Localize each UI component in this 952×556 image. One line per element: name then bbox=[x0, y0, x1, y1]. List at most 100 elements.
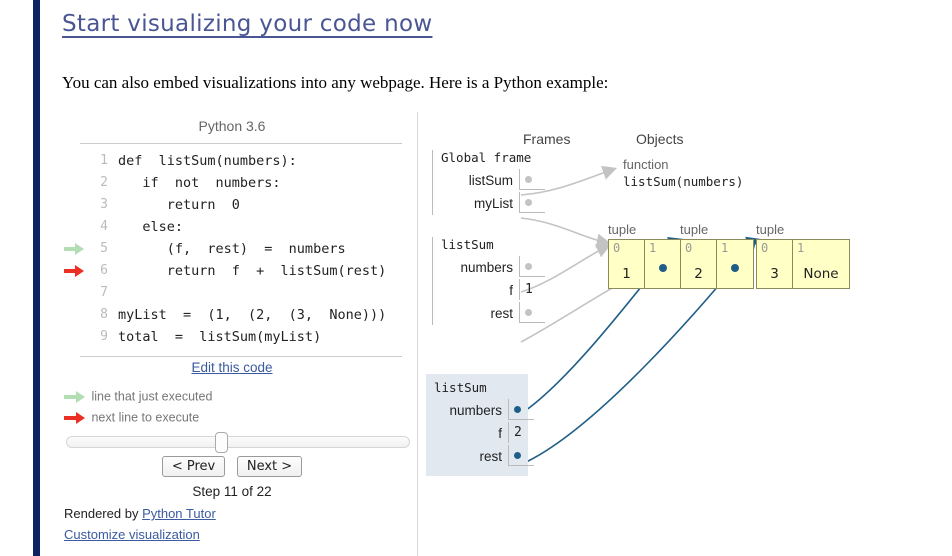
execution-slider-handle[interactable] bbox=[214, 432, 228, 453]
legend-executed-label: line that just executed bbox=[91, 389, 213, 404]
tuple-cell: 1 bbox=[717, 240, 753, 288]
variable-value: 1 bbox=[519, 279, 545, 300]
frame-variable-row: rest bbox=[441, 302, 545, 325]
next-step-button[interactable]: Next > bbox=[236, 456, 303, 477]
variable-value: 2 bbox=[508, 422, 534, 443]
tuple-box: 0 3 1 None bbox=[756, 239, 850, 289]
frame-variable-row: rest bbox=[434, 445, 534, 468]
diagram-panel: Frames Objects Global frame listSum myLi… bbox=[418, 112, 942, 556]
code-line-text: return 0 bbox=[118, 197, 240, 213]
code-line-number: 9 bbox=[100, 329, 108, 344]
left-navy-rail bbox=[33, 0, 40, 556]
variable-pointer-slot bbox=[519, 192, 545, 213]
object-type-label: function bbox=[623, 157, 669, 172]
code-line-text: myList = (1, (2, (3, None))) bbox=[118, 307, 387, 323]
frame: listSum numbers f 1 rest bbox=[432, 237, 545, 325]
edit-this-code-link[interactable]: Edit this code bbox=[62, 360, 402, 375]
step-buttons-group: < Prev Next > bbox=[62, 456, 402, 477]
red-arrow-icon bbox=[62, 408, 88, 428]
code-line-text: total = listSum(myList) bbox=[118, 329, 322, 345]
code-line-text: return f + listSum(rest) bbox=[118, 263, 387, 279]
variable-name: rest bbox=[479, 449, 502, 464]
code-top-divider bbox=[80, 143, 402, 144]
object-function: function listSum(numbers) bbox=[623, 157, 743, 189]
frames-column-header: Frames bbox=[523, 131, 571, 147]
legend-next-label: next line to execute bbox=[91, 410, 200, 425]
frame-title: listSum bbox=[441, 237, 494, 252]
variable-name: numbers bbox=[449, 403, 502, 418]
object-tuple: tuple 0 2 1 bbox=[680, 222, 754, 289]
tuple-cell: 1 bbox=[645, 240, 681, 288]
code-line: 6 return f + listSum(rest) bbox=[62, 260, 402, 282]
object-type-label: tuple bbox=[756, 222, 785, 237]
code-line-number: 7 bbox=[100, 285, 108, 300]
code-line-text: else: bbox=[118, 219, 184, 235]
frame-title: listSum bbox=[434, 380, 487, 395]
rendered-by-prefix: Rendered by bbox=[64, 506, 143, 521]
code-line: 8 myList = (1, (2, (3, None))) bbox=[62, 304, 402, 326]
tuple-cell-index: 0 bbox=[761, 241, 769, 255]
code-line-number: 4 bbox=[100, 219, 108, 234]
function-signature: listSum(numbers) bbox=[623, 174, 744, 189]
frame-variable-row: listSum bbox=[441, 169, 545, 192]
pointer-dot-icon bbox=[731, 264, 739, 272]
code-line: 9 total = listSum(myList) bbox=[62, 326, 402, 348]
code-line-number: 8 bbox=[100, 307, 108, 322]
object-type-label: tuple bbox=[680, 222, 709, 237]
code-line-text: (f, rest) = numbers bbox=[118, 241, 346, 257]
code-lines-container: 1 def listSum(numbers): 2 if not numbers: 3… bbox=[62, 150, 402, 348]
tuple-cell-value: 1 bbox=[622, 266, 631, 282]
pointer-dot-icon bbox=[525, 176, 532, 183]
variable-name: rest bbox=[490, 306, 513, 321]
variable-pointer-slot bbox=[508, 445, 534, 466]
language-label: Python 3.6 bbox=[198, 118, 266, 134]
variable-name: numbers bbox=[460, 260, 513, 275]
variable-pointer-slot bbox=[519, 256, 545, 277]
frame-variable-row: numbers bbox=[434, 399, 534, 422]
code-line-number: 3 bbox=[100, 197, 108, 212]
tuple-box: 02 1 bbox=[680, 239, 754, 289]
rendered-by-line: Rendered by Python Tutor bbox=[64, 506, 216, 521]
page-title-link[interactable]: Start visualizing your code now bbox=[62, 11, 432, 37]
objects-column-header: Objects bbox=[636, 131, 684, 147]
frame-title: Global frame bbox=[441, 150, 532, 165]
tuple-cell-index: 1 bbox=[721, 241, 729, 255]
pointer-dot-icon bbox=[525, 199, 532, 206]
tuple-cell: 1 None bbox=[793, 240, 849, 288]
code-line: 5 (f, rest) = numbers bbox=[62, 238, 402, 260]
legend-executed-line: line that just executed bbox=[62, 386, 212, 406]
object-tuple: tuple 0 1 1 bbox=[608, 222, 682, 289]
code-line: 1 def listSum(numbers): bbox=[62, 150, 402, 172]
green-arrow-icon bbox=[62, 387, 88, 407]
pointer-dot-icon bbox=[525, 263, 532, 270]
python-tutor-link[interactable]: Python Tutor bbox=[142, 506, 216, 521]
pointer-dot-icon bbox=[514, 452, 521, 459]
python-tutor-visualizer: Python 3.6 1 def listSum(numbers): 2 if no… bbox=[62, 112, 942, 556]
red-arrow-icon bbox=[62, 260, 88, 282]
customize-visualization-link[interactable]: Customize visualization bbox=[64, 527, 200, 542]
tuple-cell-value: None bbox=[803, 266, 839, 282]
tuple-cell: 02 bbox=[681, 240, 717, 288]
pointer-dot-icon bbox=[525, 309, 532, 316]
code-line: 2 if not numbers: bbox=[62, 172, 402, 194]
object-type-label: tuple bbox=[608, 222, 637, 237]
tuple-cell-index: 1 bbox=[649, 241, 657, 255]
code-line-number: 5 bbox=[100, 241, 108, 256]
step-counter-label: Step 11 of 22 bbox=[192, 484, 272, 499]
frame-variable-row: f2 bbox=[434, 422, 522, 445]
code-line-number: 6 bbox=[100, 263, 108, 278]
prev-step-button[interactable]: < Prev bbox=[161, 456, 226, 477]
tuple-cell: 03 bbox=[757, 240, 793, 288]
tuple-cell-index: 0 bbox=[685, 241, 693, 255]
execution-slider-track[interactable] bbox=[66, 436, 410, 448]
object-tuple: tuple 0 3 1 None bbox=[756, 222, 850, 289]
variable-name: listSum bbox=[468, 173, 513, 188]
frame-active: listSum numbers f 2 rest bbox=[426, 374, 534, 476]
code-panel: Python 3.6 1 def listSum(numbers): 2 if no… bbox=[62, 112, 418, 556]
tuple-cell: 01 bbox=[609, 240, 645, 288]
tuple-cell-value: 3 bbox=[770, 266, 779, 282]
tuple-box: 011 bbox=[608, 239, 682, 289]
variable-name: f bbox=[498, 426, 502, 441]
code-line-number: 1 bbox=[100, 153, 108, 168]
frame-variable-row: myList bbox=[441, 192, 545, 215]
